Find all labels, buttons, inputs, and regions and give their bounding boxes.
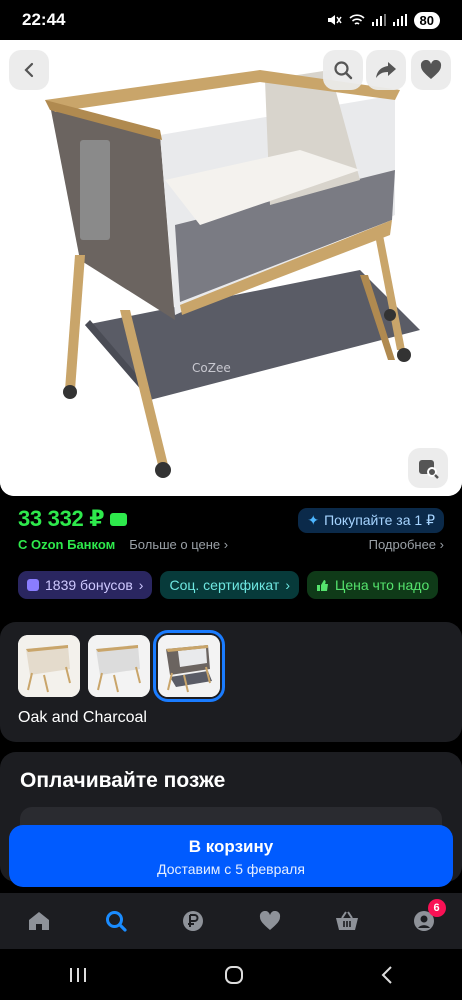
profile-notification-badge: 6 xyxy=(427,899,446,917)
bottom-tab-bar: 6 xyxy=(0,893,462,949)
favorite-button[interactable] xyxy=(411,50,451,90)
chevron-right-icon: › xyxy=(285,577,290,593)
variant-photo-3 xyxy=(158,635,220,697)
ruble-icon xyxy=(182,911,203,931)
search-button[interactable] xyxy=(323,50,363,90)
heart-icon xyxy=(259,911,280,930)
sparkle-icon: ✦ xyxy=(307,512,320,528)
search-icon xyxy=(105,911,127,932)
ozon-bank-label: С Ozon Банком xyxy=(18,537,116,552)
tab-finance[interactable] xyxy=(173,901,213,941)
share-arrow-icon xyxy=(376,62,396,78)
product-logo-text: CoZee xyxy=(192,361,231,375)
bonus-chip[interactable]: 1839 бонусов › xyxy=(18,571,153,599)
recent-apps-icon[interactable] xyxy=(68,966,88,984)
variant-thumb-1[interactable] xyxy=(18,635,80,697)
more-about-price-label: Больше о цене xyxy=(129,537,221,552)
variant-photo-1 xyxy=(18,635,80,697)
add-to-cart-button[interactable]: В корзину Доставим с 5 февраля xyxy=(9,825,453,887)
heart-icon xyxy=(420,60,442,79)
back-arrow-icon[interactable] xyxy=(380,965,394,985)
more-about-price-link[interactable]: Больше о цене › xyxy=(129,537,228,552)
product-price: 33 332 ₽ xyxy=(18,506,105,531)
variant-photo-2 xyxy=(88,635,150,697)
variant-thumb-2[interactable] xyxy=(88,635,150,697)
chevron-left-icon xyxy=(24,62,34,78)
tab-cart[interactable] xyxy=(327,901,367,941)
signal-icon-2 xyxy=(392,14,407,26)
home-icon xyxy=(28,912,49,930)
product-photo-bedside-crib: CoZee xyxy=(0,40,462,496)
details-link[interactable]: Подробнее › xyxy=(369,537,444,552)
add-to-cart-label: В корзину xyxy=(188,837,274,856)
back-button[interactable] xyxy=(9,50,49,90)
buy-for-label: Покупайте за 1 ₽ xyxy=(324,512,435,528)
good-price-chip[interactable]: Цена что надо xyxy=(307,571,439,599)
basket-icon xyxy=(335,911,358,930)
variant-selector: Oak and Charcoal xyxy=(0,622,462,742)
tab-profile[interactable]: 6 xyxy=(404,899,446,941)
share-button[interactable] xyxy=(366,50,406,90)
chevron-right-icon: › xyxy=(223,537,229,552)
details-label: Подробнее xyxy=(368,537,437,552)
status-time: 22:44 xyxy=(22,10,66,29)
thumbs-up-icon xyxy=(317,579,328,591)
bank-card-icon xyxy=(110,512,128,526)
price-row[interactable]: 33 332 ₽ xyxy=(18,506,128,532)
variant-thumb-3-selected[interactable] xyxy=(153,630,225,702)
pay-later-title: Оплачивайте позже xyxy=(20,769,226,792)
chevron-right-icon: › xyxy=(439,537,444,552)
signal-icon xyxy=(371,14,386,26)
image-search-icon xyxy=(419,460,439,479)
home-circle-icon[interactable] xyxy=(224,965,244,985)
buy-for-1-rub-badge[interactable]: ✦ Покупайте за 1 ₽ xyxy=(298,508,444,533)
status-icons: 80 xyxy=(326,11,440,29)
price-sub-row: С Ozon Банком Больше о цене › Подробнее … xyxy=(18,537,444,552)
social-certificate-chip[interactable]: Соц. сертификат › xyxy=(160,571,299,599)
chevron-right-icon: › xyxy=(138,577,144,593)
bonus-chip-label: 1839 бонусов xyxy=(45,577,133,593)
bonus-icon xyxy=(27,579,39,591)
image-search-button[interactable] xyxy=(408,448,448,488)
price-section: 33 332 ₽ ✦ Покупайте за 1 ₽ С Ozon Банко… xyxy=(0,496,462,623)
wifi-icon xyxy=(348,13,365,25)
tab-favorites[interactable] xyxy=(250,901,290,941)
mute-icon xyxy=(327,15,342,25)
tab-catalog-search[interactable] xyxy=(96,901,136,941)
status-bar: 22:44 80 xyxy=(0,0,462,40)
good-price-label: Цена что надо xyxy=(335,577,430,593)
selected-variant-name: Oak and Charcoal xyxy=(18,709,147,726)
product-image-gallery[interactable]: CoZee xyxy=(0,40,462,496)
battery-indicator: 80 xyxy=(413,11,440,29)
tab-home[interactable] xyxy=(19,901,59,941)
delivery-date-label: Доставим с 5 февраля xyxy=(157,861,305,877)
search-icon xyxy=(334,61,353,80)
social-certificate-label: Соц. сертификат xyxy=(169,577,280,593)
system-navigation-bar xyxy=(0,949,462,1000)
promo-chips: 1839 бонусов › Соц. сертификат › Цена чт… xyxy=(18,571,439,599)
